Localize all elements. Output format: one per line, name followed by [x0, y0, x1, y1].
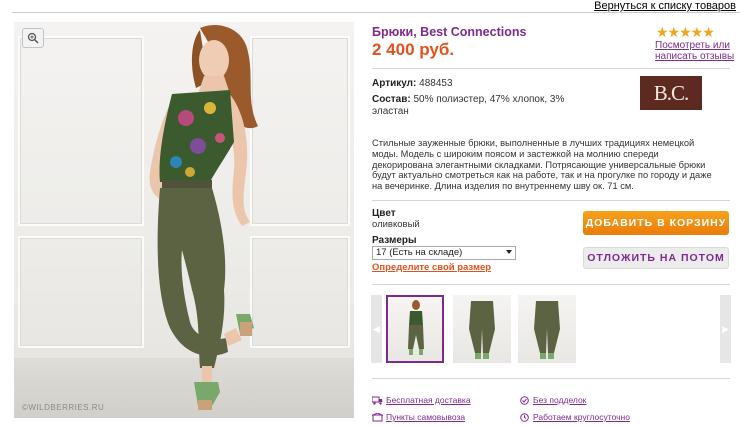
photo-watermark: ©WILDBERRIES.RU — [22, 403, 105, 412]
divider — [372, 68, 730, 69]
add-to-cart-button[interactable]: ДОБАВИТЬ В КОРЗИНУ — [583, 211, 729, 235]
back-to-list-link[interactable]: Вернуться к списку товаров — [594, 0, 736, 12]
composition-label: Состав: — [372, 94, 411, 105]
clock-icon — [520, 412, 529, 422]
product-photo[interactable]: ©WILDBERRIES.RU — [14, 22, 354, 418]
save-for-later-button[interactable]: ОТЛОЖИТЬ НА ПОТОМ — [583, 247, 729, 269]
reviews-link[interactable]: Посмотреть или написать отзывы — [655, 40, 735, 62]
chevron-left-icon[interactable]: ◀ — [371, 295, 382, 363]
color-label: Цвет — [372, 208, 396, 219]
feature-24-7[interactable]: Работаем круглосуточно — [519, 412, 630, 422]
chevron-down-icon — [506, 250, 512, 254]
thumbnail[interactable] — [453, 295, 511, 363]
original-badge-icon — [520, 395, 529, 405]
divider — [372, 378, 730, 379]
product-description: Стильные зауженные брюки, выполненные в … — [372, 138, 712, 192]
thumbnail[interactable] — [386, 295, 444, 363]
size-guide-link[interactable]: Определите свой размер — [372, 262, 491, 273]
delivery-truck-icon — [372, 396, 383, 405]
size-select-value: 17 (Есть на складе) — [376, 247, 463, 258]
color-value: оливковый — [372, 219, 420, 230]
thumbnail[interactable] — [518, 295, 576, 363]
feature-label: Работаем круглосуточно — [533, 412, 630, 422]
composition: Состав: 50% полиэстер, 47% хлопок, 3% эл… — [372, 94, 572, 118]
feature-pickup-points[interactable]: Пункты самовывоза — [372, 412, 465, 422]
feature-free-delivery[interactable]: Бесплатная доставка — [372, 395, 471, 405]
header-divider — [12, 12, 740, 13]
divider — [372, 284, 730, 285]
article-label: Артикул: — [372, 78, 417, 89]
brand-logo[interactable]: B.C. — [640, 76, 702, 110]
chevron-right-icon[interactable]: ▶ — [720, 295, 731, 363]
thumbnail-carousel: ◀ ▶ — [371, 295, 731, 367]
feature-label: Без подделок — [533, 395, 587, 405]
product-title: Брюки, Best Connections — [372, 25, 527, 39]
product-price: 2 400 руб. — [372, 40, 455, 59]
pickup-point-icon — [372, 412, 383, 421]
size-select[interactable]: 17 (Есть на складе) — [372, 246, 516, 260]
rating-stars: ★★★★★ — [656, 24, 715, 40]
article-value: 488453 — [419, 78, 453, 89]
feature-label: Бесплатная доставка — [386, 395, 471, 405]
feature-label: Пункты самовывоза — [386, 412, 466, 422]
article-number: Артикул: 488453 — [372, 78, 453, 89]
zoom-in-icon[interactable] — [22, 28, 44, 48]
size-label: Размеры — [372, 235, 417, 246]
feature-no-fakes[interactable]: Без подделок — [519, 395, 586, 405]
divider — [372, 200, 730, 201]
model-figure — [149, 25, 258, 410]
